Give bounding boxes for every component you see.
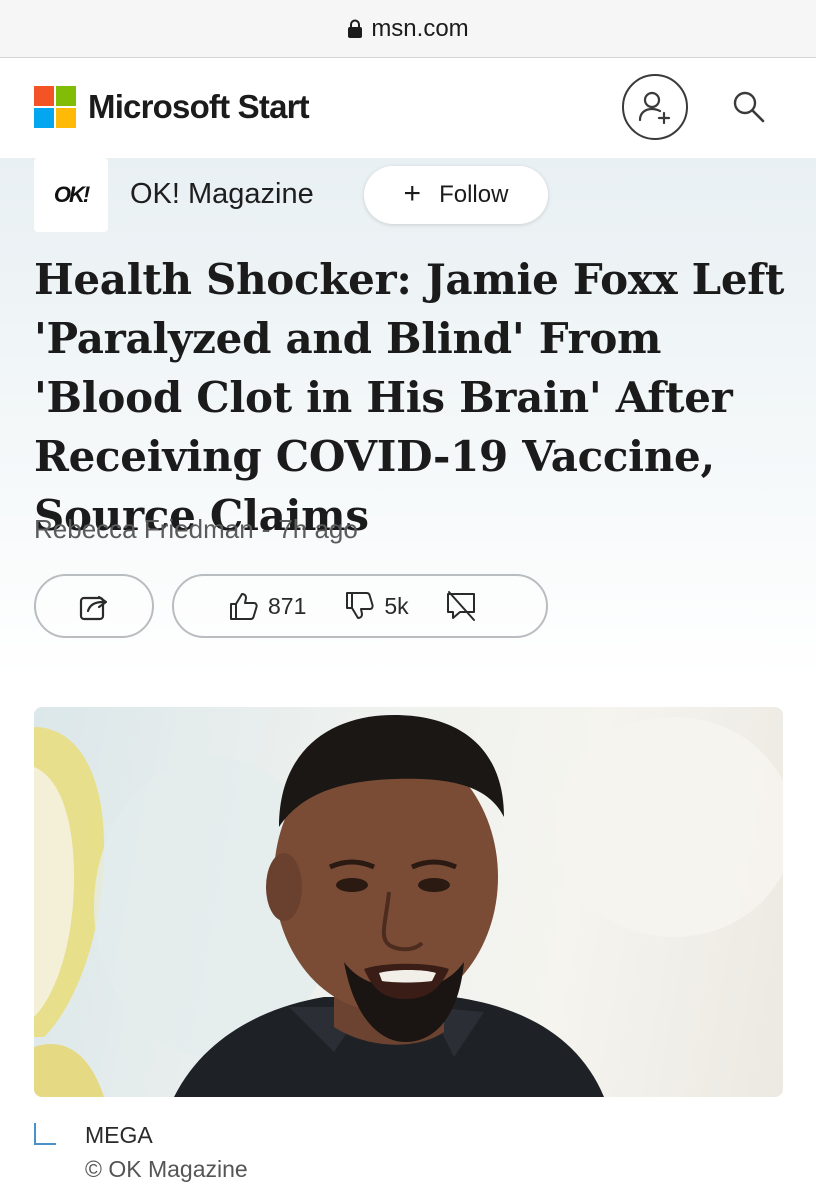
lock-icon — [348, 19, 363, 38]
follow-label: Follow — [439, 181, 509, 208]
caption-corner-icon — [34, 1123, 56, 1145]
share-button[interactable] — [34, 574, 154, 638]
dislike-count: 5k — [384, 592, 409, 619]
article-header: OK! OK! Magazine + Follow Health Shocker… — [0, 158, 816, 678]
thumbs-up-icon — [230, 593, 258, 620]
publisher-logo[interactable]: OK! — [34, 158, 108, 232]
reaction-bar: 871 5k — [172, 574, 548, 638]
microsoft-logo-icon — [34, 86, 76, 128]
article-headline: Health Shocker: Jamie Foxx Left 'Paralyz… — [34, 255, 785, 540]
publish-time: 7h ago — [278, 514, 358, 544]
like-count: 871 — [268, 592, 307, 619]
search-icon — [733, 91, 765, 123]
app-header: Microsoft Start — [0, 58, 816, 158]
byline-separator: - — [261, 514, 271, 544]
follow-button[interactable]: + Follow — [364, 166, 548, 224]
caption-credit: © OK Magazine — [85, 1156, 248, 1182]
brand-home-link[interactable]: Microsoft Start — [34, 86, 310, 128]
profile-button[interactable] — [622, 74, 688, 140]
comments-button[interactable] — [443, 588, 479, 624]
publisher-name[interactable]: OK! Magazine — [130, 178, 314, 211]
like-button[interactable]: 871 — [226, 589, 306, 623]
thumbs-down-icon — [346, 592, 374, 619]
dislike-button[interactable]: 5k — [342, 589, 409, 623]
caption-source: MEGA — [85, 1122, 153, 1148]
search-button[interactable] — [726, 84, 772, 130]
author-name: Rebecca Friedman — [34, 514, 254, 544]
byline: Rebecca Friedman - 7h ago — [34, 514, 358, 545]
brand-name: Microsoft Start — [88, 88, 310, 125]
add-user-icon — [638, 91, 671, 125]
comments-off-icon — [446, 591, 475, 621]
share-icon — [79, 595, 108, 621]
publisher-logo-text: OK! — [53, 182, 90, 207]
browser-url-bar[interactable]: msn.com — [0, 0, 816, 58]
article-photo — [34, 707, 783, 1097]
plus-icon: + — [403, 176, 422, 210]
portrait-image — [34, 715, 783, 1097]
url-domain: msn.com — [371, 14, 469, 42]
